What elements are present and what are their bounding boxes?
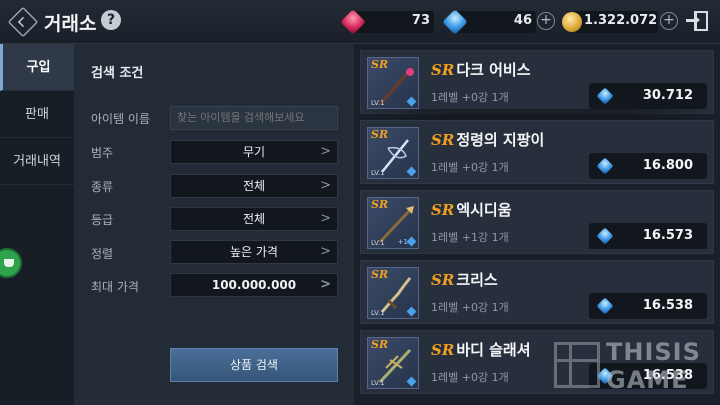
ruby-amount: 73	[411, 13, 430, 28]
list-item[interactable]: SR LV.1 SR 다크 어비스 1레벨 +0강 1개 30.712	[355, 50, 720, 149]
chevron-right-icon: >	[320, 244, 331, 259]
item-meta: 1레벨 +0강 1개	[431, 161, 509, 174]
list-item[interactable]: SR LV.1 +1 SR 엑시디움 1레벨 +1강 1개 16.573	[360, 190, 714, 254]
category-label: 범주	[91, 146, 114, 160]
add-gold-button[interactable]: +	[660, 12, 678, 30]
level-badge: LV.1	[371, 99, 385, 107]
exit-icon[interactable]	[686, 8, 712, 34]
gold-amount: 1.322.072	[584, 13, 658, 28]
item-thumbnail: SR LV.1	[367, 267, 419, 319]
item-meta: 1레벨 +0강 1개	[431, 91, 509, 104]
chat-cup-icon[interactable]	[0, 248, 22, 278]
search-filter-panel: 검색 조건 아이템 이름 범주 무기 > 종류 전체 > 등급 전체 > 정렬 …	[74, 44, 354, 405]
item-meta: 1레벨 +0강 1개	[431, 371, 509, 384]
item-name-label: 아이템 이름	[91, 112, 151, 126]
price-box: 30.712	[589, 83, 707, 109]
gem-icon	[596, 87, 614, 105]
item-price: 16.538	[642, 298, 693, 313]
grade-badge: SR	[371, 198, 389, 211]
gem-icon	[596, 157, 614, 175]
help-icon[interactable]: ?	[101, 10, 121, 30]
level-badge: LV.1	[371, 169, 385, 177]
gem-icon	[596, 227, 614, 245]
item-meta: 1레벨 +0강 1개	[431, 301, 509, 314]
item-thumbnail: SR LV.1	[367, 57, 419, 109]
type-dropdown[interactable]: 전체 >	[170, 174, 338, 198]
nav-tab-buy[interactable]: 구입	[0, 44, 74, 91]
item-name: SR 크리스	[431, 271, 498, 289]
level-badge: LV.1	[371, 239, 385, 247]
watermark-grid-icon	[554, 342, 600, 388]
sort-dropdown[interactable]: 높은 가격 >	[170, 240, 338, 264]
level-badge: LV.1	[371, 379, 385, 387]
chevron-right-icon: >	[320, 144, 331, 159]
type-label: 종류	[91, 180, 114, 194]
gold-coin-icon	[562, 12, 582, 32]
page-title: 거래소	[44, 13, 97, 35]
item-meta: 1레벨 +1강 1개	[431, 231, 509, 244]
back-arrow-icon[interactable]	[7, 6, 39, 38]
watermark-line-1: THISIS	[606, 338, 701, 366]
sort-label: 정렬	[91, 247, 114, 261]
chevron-right-icon: >	[320, 211, 331, 226]
product-search-button[interactable]: 상품 검색	[170, 348, 338, 382]
category-value: 무기	[242, 145, 266, 159]
filter-section-title: 검색 조건	[91, 66, 144, 81]
item-thumbnail: SR LV.1 +1	[367, 197, 419, 249]
item-price: 30.712	[642, 88, 693, 103]
level-badge: LV.1	[371, 309, 385, 317]
watermark-logo: THISIS GAME	[554, 336, 714, 400]
price-box: 16.573	[589, 223, 707, 249]
max-price-field[interactable]: 100.000.000 >	[170, 273, 338, 297]
nav-tab-history[interactable]: 거래내역	[0, 138, 74, 185]
watermark-line-2: GAME	[606, 366, 689, 394]
chevron-right-icon: >	[320, 178, 331, 193]
top-bar: 거래소 ? 73 46 + 1.322.072 +	[0, 0, 720, 44]
gem-icon	[596, 297, 614, 315]
add-gem-button[interactable]: +	[537, 12, 555, 30]
grade-label: 등급	[91, 213, 114, 227]
item-thumbnail: SR LV.1	[367, 337, 419, 389]
item-name: SR 정령의 지팡이	[431, 131, 545, 149]
grade-value: 전체	[242, 212, 266, 226]
grade-badge: SR	[371, 58, 389, 71]
max-price-label: 최대 가격	[91, 280, 139, 294]
type-value: 전체	[242, 179, 266, 193]
item-thumbnail: SR LV.1	[367, 127, 419, 179]
category-dropdown[interactable]: 무기 >	[170, 140, 338, 164]
grade-badge: SR	[371, 268, 389, 281]
item-price: 16.800	[642, 158, 693, 173]
item-name: SR 바디 슬래셔	[431, 341, 531, 359]
sort-value: 높은 가격	[230, 245, 278, 259]
grade-dropdown[interactable]: 전체 >	[170, 207, 338, 231]
price-box: 16.538	[589, 293, 707, 319]
grade-badge: SR	[371, 128, 389, 141]
nav-tab-sell[interactable]: 판매	[0, 91, 74, 138]
grade-badge: SR	[371, 338, 389, 351]
item-search-input[interactable]	[170, 106, 338, 130]
list-item[interactable]: SR LV.1 SR 크리스 1레벨 +0강 1개 16.538	[360, 260, 714, 324]
item-name: SR 엑시디움	[431, 201, 512, 219]
gem-amount: 46	[513, 13, 532, 28]
item-name: SR 다크 어비스	[431, 61, 531, 79]
max-price-value: 100.000.000	[211, 278, 297, 292]
list-item[interactable]: SR LV.1 SR 정령의 지팡이 1레벨 +0강 1개 16.800	[360, 120, 714, 184]
side-nav: 구입 판매 거래내역	[0, 44, 74, 405]
chevron-right-icon: >	[320, 277, 331, 292]
item-price: 16.573	[642, 228, 693, 243]
price-box: 16.800	[589, 153, 707, 179]
